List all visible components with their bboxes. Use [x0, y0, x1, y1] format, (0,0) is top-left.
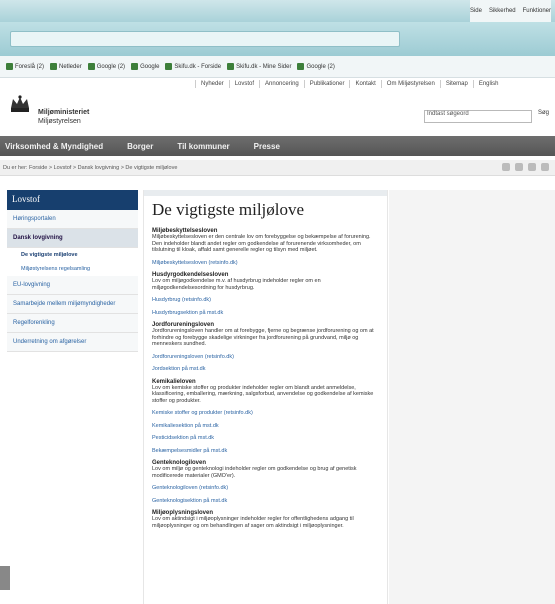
- favorite-link[interactable]: Netleder: [50, 63, 82, 70]
- top-nav-link[interactable]: Kontakt: [349, 80, 380, 88]
- breadcrumb-text[interactable]: Du er her: Forside > Lovstof > Dansk lov…: [3, 165, 177, 171]
- sidebar-item[interactable]: Høringsportalen: [7, 210, 138, 229]
- section-link[interactable]: Miljøbeskyttelsesloven (retsinfo.dk): [152, 260, 379, 267]
- crown-logo-icon: [11, 95, 29, 112]
- main-nav-item[interactable]: Presse: [242, 142, 292, 151]
- favorite-icon: [131, 63, 139, 70]
- browser-tool-2[interactable]: Funktioner: [523, 8, 551, 14]
- sidebar-heading: Lovstof: [7, 190, 138, 210]
- organisation-name[interactable]: Miljøministeriet Miljøstyrelsen: [38, 108, 89, 126]
- favorite-link[interactable]: Skifu.dk - Mine Sider: [227, 63, 291, 70]
- section-link[interactable]: Genteknologiloven (retsinfo.dk): [152, 485, 379, 492]
- favorite-link[interactable]: Foreslå (2): [6, 63, 44, 70]
- breadcrumb: Du er her: Forside > Lovstof > Dansk lov…: [0, 160, 555, 176]
- section-link[interactable]: Pesticidsektion på mst.dk: [152, 435, 379, 442]
- favorite-icon: [6, 63, 13, 70]
- section-link[interactable]: Husdyrbrugsektion på mst.dk: [152, 310, 379, 317]
- law-section: Miljøbeskyttelsesloven Miljøbeskyttelsesl…: [152, 228, 379, 266]
- section-link[interactable]: Jordsektion på mst.dk: [152, 366, 379, 373]
- search-input[interactable]: Indtast søgeord: [424, 110, 532, 123]
- content-top-strip: [144, 190, 387, 196]
- law-section: Kemikalieloven Lov om kemiske stoffer og …: [152, 379, 379, 455]
- save-icon[interactable]: [528, 163, 536, 171]
- sidebar-item[interactable]: Underretning om afgørelser: [7, 333, 138, 352]
- top-nav-link[interactable]: English: [472, 80, 504, 88]
- law-section: Genteknologiloven Lov om miljø og gentekn…: [152, 460, 379, 504]
- sidebar-item[interactable]: Miljøstyrelsens regelsamling: [7, 262, 138, 276]
- top-nav-link[interactable]: Lovstof: [228, 80, 259, 88]
- text-size-icon[interactable]: [541, 163, 549, 171]
- top-navigation: Nyheder Lovstof Annoncering Publikationer Ko…: [195, 80, 504, 88]
- mail-icon[interactable]: [502, 163, 510, 171]
- main-nav-item[interactable]: Virksomhed & Myndighed: [0, 142, 115, 151]
- favorite-label: Google: [140, 63, 160, 70]
- top-nav-link[interactable]: Nyheder: [195, 80, 229, 88]
- favorite-link[interactable]: Skifu.dk - Forside: [165, 63, 221, 70]
- section-link[interactable]: Kemiske stoffer og produkter (retsinfo.d…: [152, 410, 379, 417]
- browser-tool-0[interactable]: Side: [470, 8, 482, 14]
- favorite-icon: [227, 63, 235, 70]
- favorite-label: Skifu.dk - Mine Sider: [236, 63, 292, 70]
- main-content: De vigtigste miljølove Miljøbeskyttelses…: [143, 190, 388, 604]
- section-link[interactable]: Husdyrbrug (retsinfo.dk): [152, 297, 379, 304]
- page-title: De vigtigste miljølove: [152, 200, 305, 219]
- favorite-link[interactable]: Google: [131, 63, 159, 70]
- top-nav-link[interactable]: Annoncering: [259, 80, 304, 88]
- section-link[interactable]: Genteknologisektion på mst.dk: [152, 498, 379, 505]
- law-section: Jordforureningsloven Jordforureningsloven…: [152, 322, 379, 373]
- main-nav-item[interactable]: Borger: [115, 142, 165, 151]
- favorite-icon: [297, 63, 305, 70]
- favorite-label: Google (2): [96, 63, 126, 70]
- favorite-label: Netleder: [59, 63, 82, 70]
- browser-tool-1[interactable]: Sikkerhed: [489, 8, 516, 14]
- section-link[interactable]: Kemikaliesektion på mst.dk: [152, 423, 379, 430]
- right-column: [389, 190, 555, 604]
- main-navigation: Virksomhed & Myndighed Borger Til kommuner…: [0, 136, 555, 156]
- section-text: Lov om aktindsigt i miljøoplysninger ind…: [152, 516, 354, 529]
- section-text: Miljøbeskyttelsesloven er den centrale l…: [152, 234, 371, 253]
- sidebar-item[interactable]: Samarbejde mellem miljømyndigheder: [7, 295, 138, 314]
- favorite-link[interactable]: Google (2): [297, 63, 335, 70]
- print-icon[interactable]: [515, 163, 523, 171]
- org-title: Miljøministeriet: [38, 109, 90, 116]
- favorite-link[interactable]: Google (2): [87, 63, 126, 70]
- favorites-bar: Foreslå (2) Netleder Google (2) Google Skifu…: [0, 56, 555, 78]
- favorite-label: Skifu.dk - Forside: [174, 63, 222, 70]
- favorite-label: Google (2): [306, 63, 335, 70]
- browser-tools: Side Sikkerhed Funktioner: [469, 0, 551, 22]
- section-text: Lov om kemiske stoffer og produkter inde…: [152, 384, 374, 404]
- sidebar: Lovstof Høringsportalen Dansk lovgivning D…: [7, 190, 138, 390]
- browser-address-area: [0, 22, 555, 56]
- address-input[interactable]: [10, 31, 400, 47]
- page-tools: [502, 163, 549, 171]
- section-link[interactable]: Jordforureningsloven (retsinfo.dk): [152, 354, 379, 361]
- sidebar-item[interactable]: EU-lovgivning: [7, 276, 138, 295]
- sidebar-item[interactable]: Regelforenkling: [7, 314, 138, 333]
- section-text: Jordforureningsloven handler om at foreb…: [152, 328, 374, 347]
- favorite-icon: [87, 63, 95, 70]
- search-button[interactable]: Søg: [538, 110, 549, 116]
- org-subtitle: Miljøstyrelsen: [38, 118, 81, 125]
- top-nav-link[interactable]: Sitemap: [439, 80, 473, 88]
- favorite-icon: [50, 63, 58, 70]
- law-section: Miljøoplysningsloven Lov om aktindsigt i …: [152, 510, 379, 529]
- law-section: Husdyrgodkendelsesloven Lov om miljøgodke…: [152, 272, 379, 316]
- favorite-icon: [165, 63, 173, 70]
- section-text: Lov om miljø og genteknologi indeholder …: [152, 466, 357, 479]
- sidebar-item[interactable]: Dansk lovgivning: [7, 229, 138, 248]
- scroll-marker: [0, 566, 10, 590]
- top-nav-link[interactable]: Publikationer: [303, 80, 350, 88]
- sidebar-item[interactable]: De vigtigste miljølove: [7, 248, 138, 262]
- section-link[interactable]: Bekæmpelsesmidler på mst.dk: [152, 448, 379, 455]
- main-nav-item[interactable]: Til kommuner: [165, 142, 241, 151]
- top-nav-link[interactable]: Om Miljøstyrelsen: [380, 80, 440, 88]
- favorite-label: Foreslå (2): [15, 63, 45, 70]
- section-text: Lov om miljøgodkendelse m.v. af husdyrbr…: [152, 278, 321, 291]
